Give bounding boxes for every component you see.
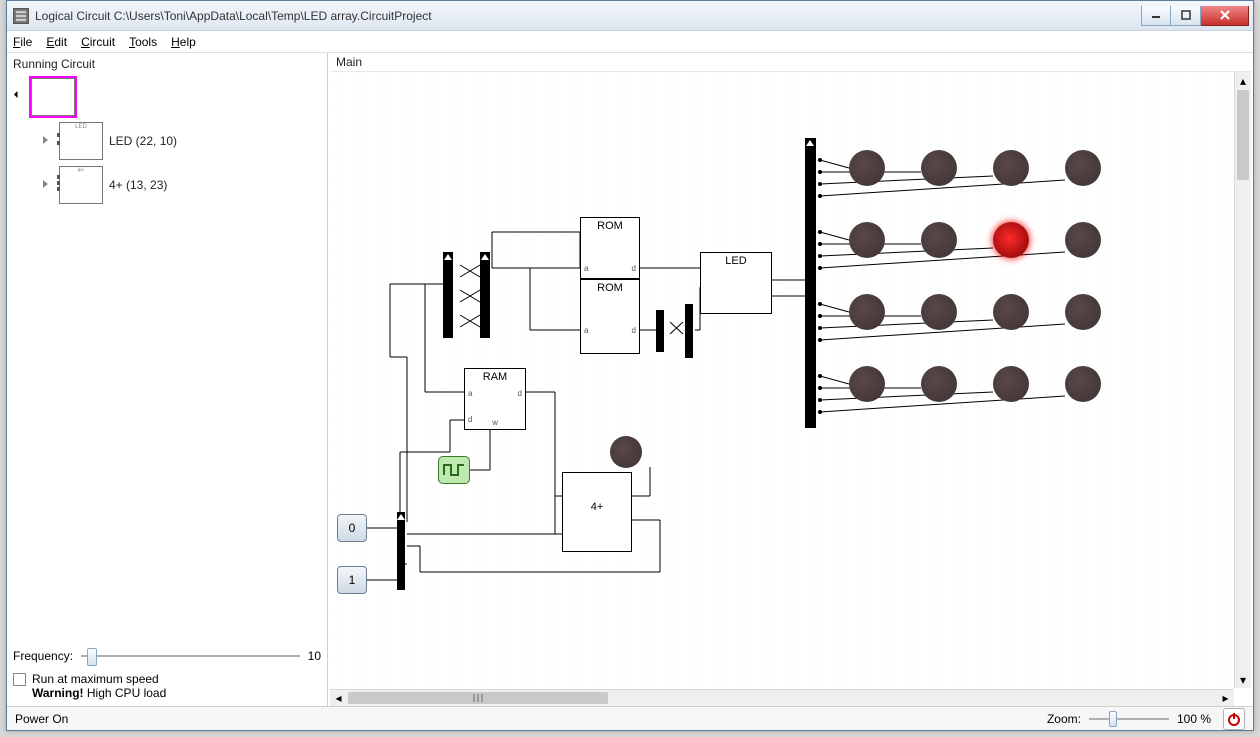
grid-led-r0c3[interactable] <box>1065 150 1101 186</box>
grid-led-r3c3[interactable] <box>1065 366 1101 402</box>
grid-led-r1c2[interactable] <box>993 222 1029 258</box>
window-buttons <box>1141 6 1249 26</box>
circuit-thumb-led[interactable]: LED <box>59 122 103 160</box>
circuit-tree[interactable]: LED LED (22, 10) 4+ 4+ (13, 23) <box>13 75 321 640</box>
clock-source[interactable] <box>438 456 470 484</box>
scroll-up-arrow[interactable]: ▴ <box>1235 72 1251 89</box>
app-window: Logical Circuit C:\Users\Toni\AppData\Lo… <box>6 0 1254 731</box>
menu-tools[interactable]: Tools <box>129 35 157 49</box>
frequency-value: 10 <box>308 649 321 663</box>
hscroll-thumb[interactable] <box>348 692 608 704</box>
zoom-slider[interactable] <box>1089 712 1169 726</box>
tree-label: LED (22, 10) <box>109 134 177 148</box>
expander-icon[interactable] <box>43 180 53 190</box>
max-speed-warning: Warning! High CPU load <box>13 686 321 700</box>
vertical-scrollbar[interactable]: ▴ ▾ <box>1234 72 1251 688</box>
grid-led-r1c0[interactable] <box>849 222 885 258</box>
canvas-wrap: ROM a d ROM a d LED RAM a <box>330 71 1251 706</box>
square-wave-icon <box>443 463 465 477</box>
grid-led-r0c2[interactable] <box>993 150 1029 186</box>
sidebar: Running Circuit LED LED (22, 10) <box>7 53 328 706</box>
led-chip[interactable]: LED <box>700 252 772 314</box>
close-button[interactable] <box>1201 6 1249 26</box>
body: Running Circuit LED LED (22, 10) <box>7 53 1253 706</box>
splitter-small-a[interactable] <box>656 310 664 352</box>
splitter-left-a[interactable] <box>443 252 453 338</box>
grid-led-r2c1[interactable] <box>921 294 957 330</box>
power-button[interactable] <box>1223 708 1245 730</box>
frequency-label: Frequency: <box>13 649 73 663</box>
menu-help[interactable]: Help <box>171 35 196 49</box>
circuit-thumb-main[interactable] <box>31 78 75 116</box>
main-panel: Main <box>328 53 1253 706</box>
tree-label: 4+ (13, 23) <box>109 178 167 192</box>
grid-led-r2c3[interactable] <box>1065 294 1101 330</box>
grid-led-r3c1[interactable] <box>921 366 957 402</box>
maximize-button[interactable] <box>1171 6 1201 26</box>
splitter-left-b[interactable] <box>480 252 490 338</box>
zoom-value: 100 % <box>1177 712 1211 726</box>
frequency-row: Frequency: 10 <box>13 648 321 664</box>
grid-led-r3c2[interactable] <box>993 366 1029 402</box>
expander-icon[interactable] <box>15 92 25 102</box>
constant-0-button[interactable]: 0 <box>337 514 367 542</box>
grid-led-r3c0[interactable] <box>849 366 885 402</box>
splitter-const[interactable] <box>397 512 405 590</box>
grid-led-r0c0[interactable] <box>849 150 885 186</box>
window-title: Logical Circuit C:\Users\Toni\AppData\Lo… <box>35 9 1141 23</box>
max-speed-label: Run at maximum speed <box>32 672 159 686</box>
grid-led-r1c3[interactable] <box>1065 222 1101 258</box>
menu-circuit[interactable]: Circuit <box>81 35 115 49</box>
splitter-small-b[interactable] <box>685 304 693 358</box>
main-header: Main <box>328 53 1253 71</box>
splitter-output[interactable] <box>805 138 816 428</box>
grid-led-r2c0[interactable] <box>849 294 885 330</box>
horizontal-scrollbar[interactable]: ◂ ▸ <box>330 689 1234 706</box>
grid-led-r2c2[interactable] <box>993 294 1029 330</box>
scroll-left-arrow[interactable]: ◂ <box>330 690 347 706</box>
sidebar-controls: Frequency: 10 Run at maximum speed Warni… <box>13 640 321 700</box>
minimize-button[interactable] <box>1141 6 1171 26</box>
rom1-chip[interactable]: ROM a d <box>580 217 640 279</box>
probe-led[interactable] <box>610 436 642 468</box>
tree-row-adder[interactable]: 4+ 4+ (13, 23) <box>13 163 321 207</box>
scroll-right-arrow[interactable]: ▸ <box>1217 690 1234 706</box>
grid-led-r0c1[interactable] <box>921 150 957 186</box>
vscroll-thumb[interactable] <box>1237 90 1249 180</box>
max-speed-checkbox[interactable] <box>13 673 26 686</box>
max-speed-row: Run at maximum speed <box>13 672 321 686</box>
circuit-canvas[interactable]: ROM a d ROM a d LED RAM a <box>330 72 1251 688</box>
menu-edit[interactable]: Edit <box>46 35 67 49</box>
zoom-label: Zoom: <box>1047 712 1081 726</box>
grid-led-r1c1[interactable] <box>921 222 957 258</box>
constant-1-button[interactable]: 1 <box>337 566 367 594</box>
menu-file[interactable]: File <box>13 35 32 49</box>
ram-chip[interactable]: RAM a d d w <box>464 368 526 430</box>
app-icon <box>13 8 29 24</box>
rom2-chip[interactable]: ROM a d <box>580 279 640 354</box>
scroll-down-arrow[interactable]: ▾ <box>1235 671 1251 688</box>
sidebar-header: Running Circuit <box>13 57 321 71</box>
circuit-thumb-adder[interactable]: 4+ <box>59 166 103 204</box>
expander-icon[interactable] <box>43 136 53 146</box>
tree-row-led[interactable]: LED LED (22, 10) <box>13 119 321 163</box>
adder-chip[interactable]: 4+ <box>562 472 632 552</box>
statusbar: Power On Zoom: 100 % <box>7 706 1253 730</box>
power-icon <box>1226 711 1242 727</box>
tree-row-root[interactable] <box>13 75 321 119</box>
status-text: Power On <box>15 712 68 726</box>
menubar: File Edit Circuit Tools Help <box>7 31 1253 53</box>
titlebar[interactable]: Logical Circuit C:\Users\Toni\AppData\Lo… <box>7 1 1253 31</box>
frequency-slider[interactable] <box>81 648 300 664</box>
